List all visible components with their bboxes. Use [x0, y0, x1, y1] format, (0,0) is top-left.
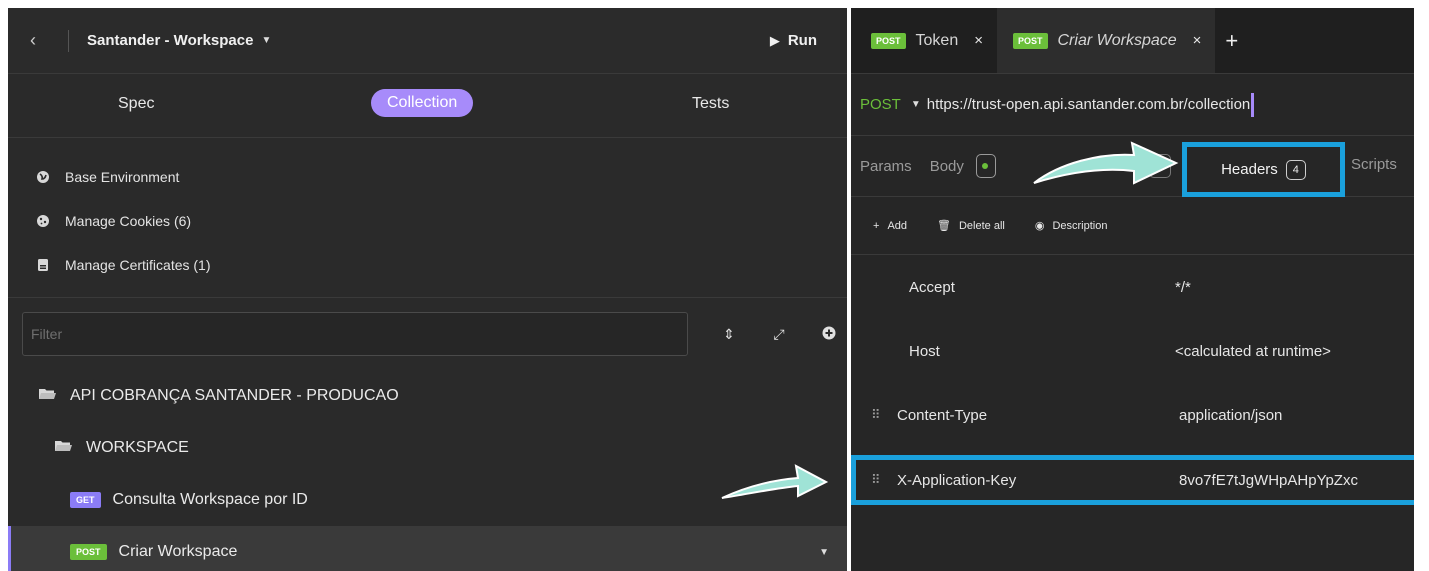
sort-icon[interactable]: ⇕ [720, 326, 738, 343]
workspace-title[interactable]: Santander - Workspace [87, 32, 253, 49]
tab-body[interactable]: Body [930, 158, 964, 175]
request-editor: POST Token × POST Criar Workspace × + PO… [851, 8, 1414, 571]
drag-handle-icon[interactable]: ⠿ [871, 472, 881, 488]
header-value[interactable]: 8vo7fE7tJgWHpAHpYpZxc [1179, 472, 1358, 489]
close-icon[interactable]: × [974, 32, 983, 49]
header-value[interactable]: application/json [1179, 407, 1282, 424]
tab-spec[interactable]: Spec [118, 95, 154, 113]
headers-label: Headers [1221, 161, 1278, 178]
description-toggle[interactable]: ◉ Description [1035, 219, 1108, 232]
base-environment-item[interactable]: Base Environment [8, 152, 847, 202]
filter-input[interactable]: Filter [22, 312, 688, 356]
method-badge: POST [871, 32, 906, 49]
header-row-content-type: ⠿ Content-Type application/json [851, 383, 1414, 447]
tab-title: Token [915, 31, 959, 49]
caret-down-icon[interactable]: ▼ [911, 99, 921, 110]
env-item-label: Manage Cookies (6) [65, 213, 192, 229]
chevron-left-icon[interactable]: ‹ [30, 30, 56, 51]
close-icon[interactable]: × [1193, 32, 1202, 49]
request-item-selected[interactable]: POST Criar Workspace ▼ [8, 526, 847, 571]
status-dot [981, 163, 988, 169]
cookie-icon [35, 213, 51, 229]
add-label: Add [887, 219, 908, 232]
tab-tests[interactable]: Tests [692, 95, 729, 113]
drag-handle-icon[interactable]: ⠿ [871, 407, 881, 423]
method-badge: POST [70, 544, 107, 560]
request-name: Consulta Workspace por ID [112, 491, 308, 508]
tab-scripts[interactable]: Scripts [1351, 156, 1397, 173]
collection-folder[interactable]: API COBRANÇA SANTANDER - PRODUCAO [8, 370, 847, 422]
collection-folder-label: API COBRANÇA SANTANDER - PRODUCAO [70, 387, 399, 404]
manage-cookies-item[interactable]: Manage Cookies (6) [8, 196, 847, 246]
header-key[interactable]: Host [909, 343, 940, 360]
sidebar-subtabs: Spec Collection Tests [8, 74, 847, 138]
trash-icon: 🗑 [937, 220, 951, 232]
header-key[interactable]: Accept [909, 279, 955, 296]
environment-list: Base Environment Manage Cookies (6) Mana… [8, 138, 847, 298]
folder-open-icon [54, 439, 72, 457]
play-icon: ▶ [769, 32, 780, 48]
add-circle-icon[interactable] [820, 326, 838, 343]
plus-icon: + [873, 219, 880, 232]
header-key[interactable]: Content-Type [897, 407, 987, 424]
request-name: Criar Workspace [118, 543, 238, 560]
run-button[interactable]: ▶ Run [770, 32, 817, 49]
url-input[interactable]: https://trust-open.api.santander.com.br/… [927, 96, 1251, 113]
tab-params[interactable]: Params [860, 158, 912, 175]
certificate-icon [35, 257, 51, 273]
run-label: Run [787, 32, 817, 49]
env-item-label: Base Environment [65, 169, 180, 185]
env-item-label: Manage Certificates (1) [65, 257, 211, 273]
text-cursor [1251, 92, 1255, 117]
caret-down-icon[interactable]: ▼ [819, 547, 829, 558]
delete-all-button[interactable]: 🗑 Delete all [937, 219, 1005, 232]
tab-headers[interactable]: Headers 4 [1182, 142, 1345, 197]
divider [68, 29, 69, 52]
header-value[interactable]: */* [1175, 279, 1191, 296]
headers-toolbar: + Add 🗑 Delete all ◉ Description [851, 197, 1414, 255]
annotation-arrow-icon [721, 464, 829, 499]
method-badge: GET [70, 492, 101, 508]
header-key[interactable]: X-Application-Key [897, 472, 1016, 489]
header-row-host: Host <calculated at runtime> [851, 319, 1414, 383]
new-tab-button[interactable]: + [1215, 8, 1238, 73]
request-tabs: POST Token × POST Criar Workspace × + [851, 8, 1414, 74]
expand-icon[interactable]: ⤢ [770, 326, 788, 343]
filter-row: Filter ⇕ ⤢ [8, 298, 847, 370]
method-select[interactable]: POST [860, 96, 901, 113]
header-row-application-key: ⠿ X-Application-Key 8vo7fE7tJgWHpAHpYpZx… [851, 455, 1414, 505]
caret-down-icon[interactable]: ▼ [261, 35, 271, 46]
workspace-header: ‹ Santander - Workspace ▼ ▶ Run [8, 8, 847, 74]
manage-certificates-item[interactable]: Manage Certificates (1) [8, 240, 847, 290]
header-value[interactable]: <calculated at runtime> [1175, 343, 1331, 360]
eye-icon: ◉ [1034, 220, 1045, 232]
folder-open-icon [38, 387, 56, 405]
tab-criar-workspace[interactable]: POST Criar Workspace × [996, 8, 1216, 73]
workspace-folder-label: WORKSPACE [86, 439, 189, 456]
add-header-button[interactable]: + Add [873, 220, 907, 232]
method-badge: POST [1012, 32, 1048, 49]
body-indicator [975, 154, 996, 178]
globe-icon [35, 169, 51, 185]
tab-token[interactable]: POST Token × [851, 8, 997, 73]
headers-count-badge: 4 [1285, 159, 1306, 180]
annotation-arrow-icon [1033, 141, 1179, 185]
tab-title: Criar Workspace [1057, 31, 1177, 49]
description-label: Description [1052, 220, 1108, 232]
delete-all-label: Delete all [958, 220, 1005, 232]
header-row-accept: Accept */* [851, 255, 1414, 319]
tab-collection[interactable]: Collection [371, 89, 474, 117]
url-bar: POST ▼ https://trust-open.api.santander.… [851, 74, 1414, 136]
